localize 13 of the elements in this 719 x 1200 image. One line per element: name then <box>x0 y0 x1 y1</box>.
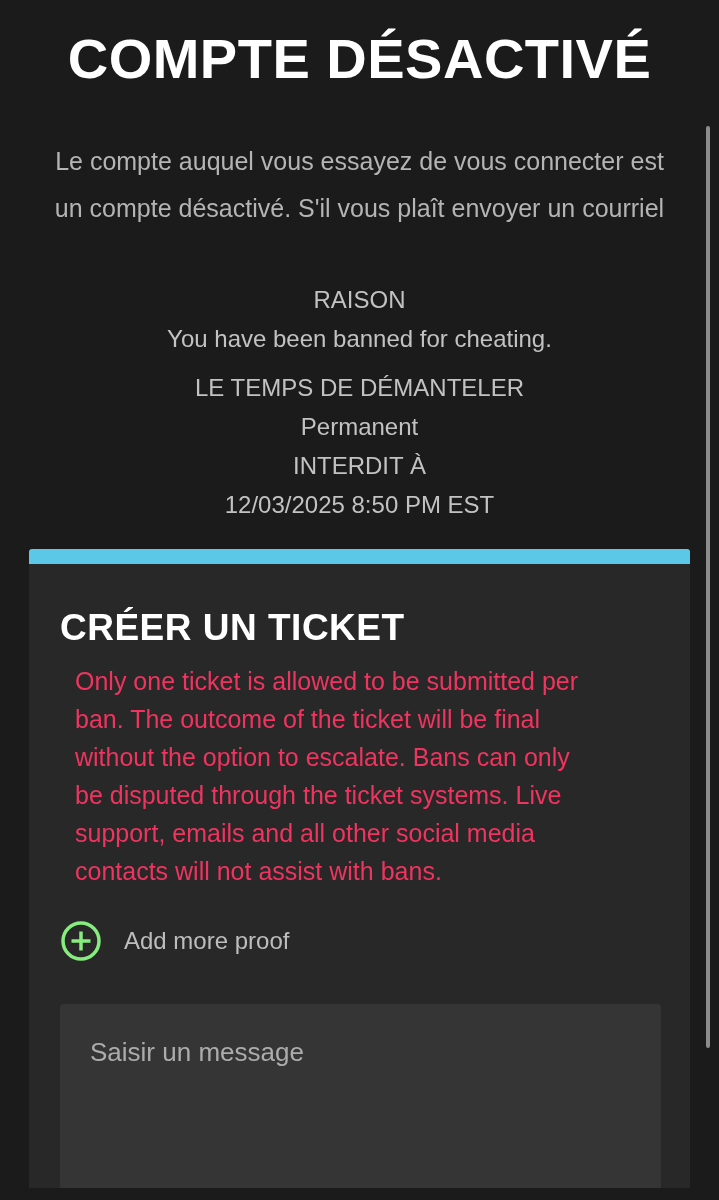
ticket-title: CRÉER UN TICKET <box>60 606 406 650</box>
detail-value: 12/03/2025 8:50 PM EST <box>224 490 495 520</box>
message-field[interactable]: Saisir un message <box>60 1004 661 1188</box>
plus-circle-icon <box>61 921 101 961</box>
detail-label: INTERDIT À <box>293 451 426 481</box>
detail-value: Permanent <box>300 412 419 442</box>
detail-label: RAISON <box>313 285 406 315</box>
add-proof-button[interactable]: Add more proof <box>60 921 290 961</box>
ticket-warning: Only one ticket is allowed to be submitted per ban. The outcome of the ticket will be final without the option to escalate. Bans can only be disputed through the ticket systems. Live support, emails and all other social media contacts will not assist with bans. <box>75 666 580 887</box>
page-title: COMPTE DÉSACTIVÉ <box>67 26 652 92</box>
detail-label: LE TEMPS DE DÉMANTELER <box>195 373 524 403</box>
detail-value: You have been banned for cheating. <box>167 324 552 354</box>
account-message: Le compte auquel vous essayez de vous connecter est un compte désactivé. S'il vous plaît envoyer un courriel <box>53 146 666 224</box>
